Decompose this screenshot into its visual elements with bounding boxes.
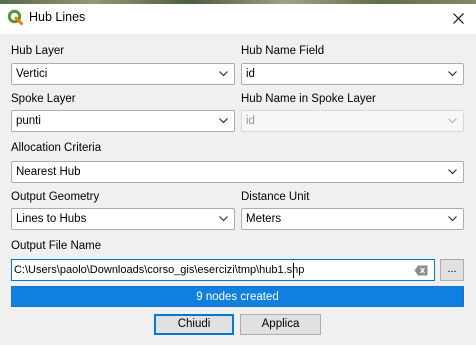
spoke-layer-combo[interactable]: punti (11, 110, 235, 132)
allocation-criteria-label: Allocation Criteria (11, 142, 102, 154)
chevron-down-icon (219, 216, 228, 222)
hub-layer-combo[interactable]: Vertici (11, 63, 235, 85)
distance-unit-value: Meters (246, 213, 282, 225)
chevron-down-icon (448, 71, 457, 77)
spoke-layer-value: punti (16, 115, 41, 127)
chevron-down-icon (219, 118, 228, 124)
hub-layer-label: Hub Layer (11, 45, 65, 57)
hub-layer-value: Vertici (16, 68, 48, 80)
chevron-down-icon (448, 169, 457, 175)
hub-name-field-combo[interactable]: id (241, 63, 464, 85)
allocation-criteria-value: Nearest Hub (16, 166, 81, 178)
hub-name-spoke-combo: id (241, 110, 464, 132)
title-bar: Hub Lines (0, 0, 476, 34)
window-title: Hub Lines (29, 10, 86, 24)
output-geometry-combo[interactable]: Lines to Hubs (11, 208, 235, 230)
close-button[interactable]: Chiudi (154, 314, 234, 335)
progress-text: 9 nodes created (196, 291, 279, 303)
output-geometry-value: Lines to Hubs (16, 213, 87, 225)
output-geometry-label: Output Geometry (11, 191, 100, 203)
distance-unit-combo[interactable]: Meters (241, 208, 464, 230)
hub-name-spoke-value: id (246, 115, 255, 127)
hub-name-field-label: Hub Name Field (241, 45, 325, 57)
distance-unit-label: Distance Unit (241, 191, 310, 203)
output-file-label: Output File Name (11, 240, 102, 252)
clear-text-icon[interactable] (414, 265, 428, 276)
chevron-down-icon (448, 118, 457, 124)
apply-button[interactable]: Applica (240, 314, 321, 335)
output-file-path: C:\Users\paolo\Downloads\corso_gis\eserc… (14, 264, 305, 276)
close-icon (452, 13, 464, 24)
allocation-criteria-combo[interactable]: Nearest Hub (11, 161, 464, 183)
hub-name-field-value: id (246, 68, 255, 80)
background-map-strip (0, 0, 476, 4)
output-file-input[interactable]: C:\Users\paolo\Downloads\corso_gis\eserc… (11, 259, 435, 281)
hub-name-spoke-label: Hub Name in Spoke Layer (241, 93, 376, 105)
chevron-down-icon (219, 71, 228, 77)
qgis-logo-icon (7, 9, 23, 25)
browse-button[interactable]: ... (440, 259, 464, 281)
chevron-down-icon (448, 216, 457, 222)
close-window-button[interactable] (440, 4, 476, 33)
progress-bar: 9 nodes created (11, 286, 464, 307)
spoke-layer-label: Spoke Layer (11, 93, 76, 105)
text-caret (293, 263, 294, 278)
